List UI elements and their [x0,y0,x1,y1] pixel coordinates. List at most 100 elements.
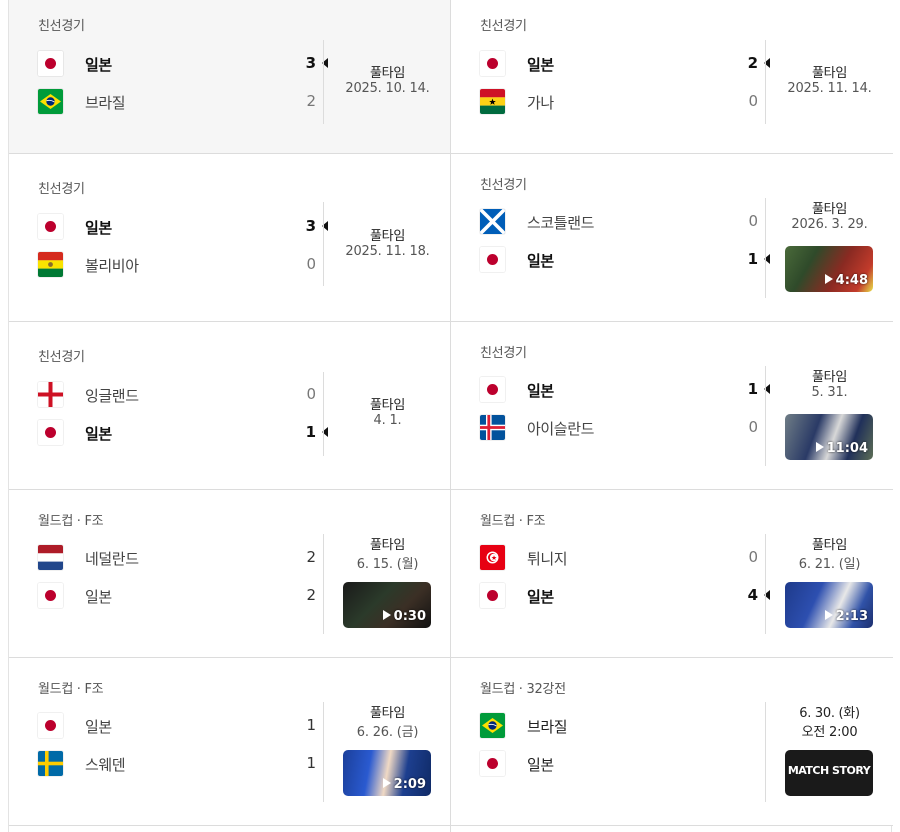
japan-flag-icon [38,420,63,445]
team-name: 일본 [85,718,112,736]
team-name: 일본 [85,588,112,606]
team-score: 3 [305,54,316,72]
match-story-thumbnail[interactable]: MATCH STORY [785,750,873,796]
match-card[interactable]: 친선경기 일본 3 볼리비아 0 풀타임 2025. 11. 18. [9,154,451,322]
match-card[interactable]: 친선경기 스코틀랜드 0 일본 1 풀타임 2026. 3. 29. 4:48 [451,154,893,322]
match-card[interactable]: 친선경기 일본 3 브라질 2 풀타임 2025. 10. 14. [9,0,451,154]
match-status: 풀타임 [370,706,405,721]
highlight-video-thumbnail[interactable]: 11:04 [785,414,873,460]
japan-flag-icon [480,51,505,76]
team-score: 0 [748,92,758,110]
team-name: 일본 [527,252,554,270]
team-score: 0 [748,548,758,566]
home-team-row: 일본 3 [38,50,328,76]
match-card[interactable]: 월드컵 · F조 튀니지 0 일본 4 풀타임 6. 21. (일) 2:13 [451,490,893,658]
japan-flag-icon [480,583,505,608]
ghana-flag-icon [480,89,505,114]
highlight-video-thumbnail[interactable]: 0:30 [343,582,431,628]
match-card[interactable]: 월드컵 · 32강전 브라질 일본 6. 30. (화) 오전 2:00 MAT… [451,658,893,826]
play-icon [382,778,391,788]
home-team-row: 스코틀랜드 0 [480,208,770,234]
away-team-row: 아이슬란드 0 [480,414,770,440]
league-label: 월드컵 · F조 [480,514,546,529]
match-status: 풀타임 [370,66,405,81]
team-score: 0 [306,255,316,273]
japan-flag-icon [38,583,63,608]
play-icon [824,274,833,284]
away-team-row: 일본 [480,750,770,776]
video-duration: 2:09 [382,777,426,792]
play-icon [382,610,391,620]
league-label: 친선경기 [38,19,85,34]
team-score: 4 [747,586,758,604]
team-score: 2 [747,54,758,72]
match-date: 2025. 10. 14. [345,81,430,96]
team-name: 일본 [527,756,554,774]
tunisia-flag-icon [480,545,505,570]
match-status: 풀타임 [370,538,405,553]
team-score: 0 [748,212,758,230]
highlight-video-thumbnail[interactable]: 2:09 [343,750,431,796]
video-duration: 4:48 [824,273,868,288]
away-team-row: 볼리비아 0 [38,251,328,277]
brazil-flag-icon [480,713,505,738]
bolivia-flag-icon [38,252,63,277]
match-card[interactable]: 친선경기 일본 1 아이슬란드 0 풀타임 5. 31. 11:04 [451,322,893,490]
away-team-row: 일본 1 [480,246,770,272]
team-score: 1 [306,754,316,772]
match-card[interactable]: 월드컵 · F조 네덜란드 2 일본 2 풀타임 6. 15. (월) 0:30 [9,490,451,658]
highlight-video-thumbnail[interactable]: 2:13 [785,582,873,628]
league-label: 친선경기 [480,346,527,361]
home-team-row: 일본 2 [480,50,770,76]
japan-flag-icon [480,751,505,776]
away-team-row: 스웨덴 1 [38,750,328,776]
team-name: 아이슬란드 [527,420,595,438]
iceland-flag-icon [480,415,505,440]
league-label: 친선경기 [480,19,527,34]
away-team-row: 일본 4 [480,582,770,608]
video-duration: 11:04 [815,441,868,456]
team-score: 3 [305,217,316,235]
highlight-video-thumbnail[interactable]: 4:48 [785,246,873,292]
team-score: 2 [306,548,316,566]
home-team-row: 네덜란드 2 [38,544,328,570]
home-team-row: 일본 1 [480,376,770,402]
team-score: 1 [305,423,316,441]
home-team-row: 튀니지 0 [480,544,770,570]
next-row-edge [451,826,893,832]
match-status: 풀타임 [812,66,847,81]
match-date: 2025. 11. 14. [787,81,872,96]
away-team-row: 브라질 2 [38,88,328,114]
league-label: 월드컵 · F조 [38,682,104,697]
video-duration: 0:30 [382,609,426,624]
match-status: 풀타임 [812,202,847,217]
match-date: 6. 15. (월) [356,557,419,572]
home-team-row: 잉글랜드 0 [38,381,328,407]
team-name: 가나 [527,94,554,112]
japan-flag-icon [38,214,63,239]
match-card[interactable]: 친선경기 잉글랜드 0 일본 1 풀타임 4. 1. [9,322,451,490]
england-flag-icon [38,382,63,407]
team-name: 일본 [85,425,112,443]
team-name: 스웨덴 [85,756,126,774]
match-schedule-grid: 친선경기 일본 3 브라질 2 풀타임 2025. 10. 14. 친선경기 일… [8,0,893,832]
home-team-row: 일본 3 [38,213,328,239]
netherlands-flag-icon [38,545,63,570]
team-name: 튀니지 [527,550,568,568]
team-score: 0 [306,385,316,403]
away-team-row: 일본 2 [38,582,328,608]
match-card[interactable]: 월드컵 · F조 일본 1 스웨덴 1 풀타임 6. 26. (금) 2:09 [9,658,451,826]
match-card[interactable]: 친선경기 일본 2 가나 0 풀타임 2025. 11. 14. [451,0,893,154]
match-date: 2026. 3. 29. [791,217,868,232]
team-score: 1 [306,716,316,734]
japan-flag-icon [38,713,63,738]
team-name: 일본 [85,56,112,74]
team-score: 2 [306,92,316,110]
match-date: 5. 31. [811,385,848,400]
league-label: 친선경기 [480,178,527,193]
team-name: 잉글랜드 [85,387,139,405]
team-name: 일본 [527,588,554,606]
team-name: 브라질 [527,718,568,736]
team-name: 볼리비아 [85,257,139,275]
league-label: 월드컵 · F조 [38,514,104,529]
